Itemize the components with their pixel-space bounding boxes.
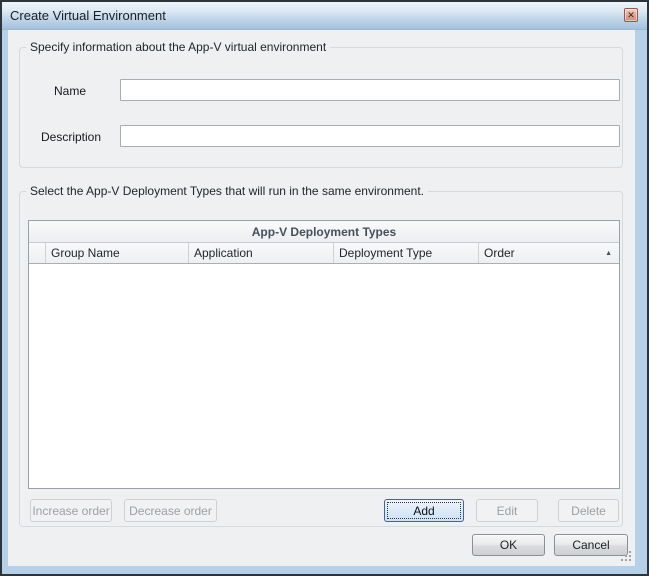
description-input[interactable]: [120, 125, 620, 147]
column-header-group-name[interactable]: Group Name: [46, 243, 189, 263]
table-header-row: Group Name Application Deployment Type O…: [29, 243, 619, 264]
name-label: Name: [54, 84, 86, 98]
deployment-types-group-legend: Select the App-V Deployment Types that w…: [26, 184, 428, 198]
info-group: Specify information about the App-V virt…: [19, 47, 623, 168]
deployment-types-table: App-V Deployment Types Group Name Applic…: [28, 220, 620, 489]
info-group-legend: Specify information about the App-V virt…: [26, 40, 330, 54]
deployment-types-group: Select the App-V Deployment Types that w…: [19, 191, 623, 527]
dialog-client-area: Specify information about the App-V virt…: [8, 30, 635, 566]
cancel-button[interactable]: Cancel: [554, 534, 628, 556]
decrease-order-button: Decrease order: [124, 499, 217, 522]
column-header-order-label: Order: [484, 246, 515, 260]
edit-button: Edit: [476, 499, 538, 522]
column-header-row-selector[interactable]: [29, 243, 46, 263]
dialog-window: Create Virtual Environment ✕ Specify inf…: [0, 0, 649, 576]
description-label: Description: [41, 130, 101, 144]
close-icon: ✕: [627, 11, 635, 20]
column-header-order[interactable]: Order ▲: [479, 243, 619, 263]
resize-grip[interactable]: [629, 559, 631, 561]
delete-button: Delete: [558, 499, 619, 522]
column-header-application[interactable]: Application: [189, 243, 334, 263]
table-title: App-V Deployment Types: [29, 221, 619, 243]
column-header-deployment-type[interactable]: Deployment Type: [334, 243, 479, 263]
ok-button[interactable]: OK: [472, 534, 545, 556]
close-button[interactable]: ✕: [624, 8, 638, 22]
add-button[interactable]: Add: [384, 499, 464, 522]
increase-order-button: Increase order: [30, 499, 112, 522]
window-title: Create Virtual Environment: [10, 2, 166, 30]
sort-ascending-icon: ▲: [605, 243, 612, 263]
title-bar[interactable]: Create Virtual Environment ✕: [2, 2, 647, 30]
table-body-empty[interactable]: [29, 264, 619, 488]
name-input[interactable]: [120, 79, 620, 101]
